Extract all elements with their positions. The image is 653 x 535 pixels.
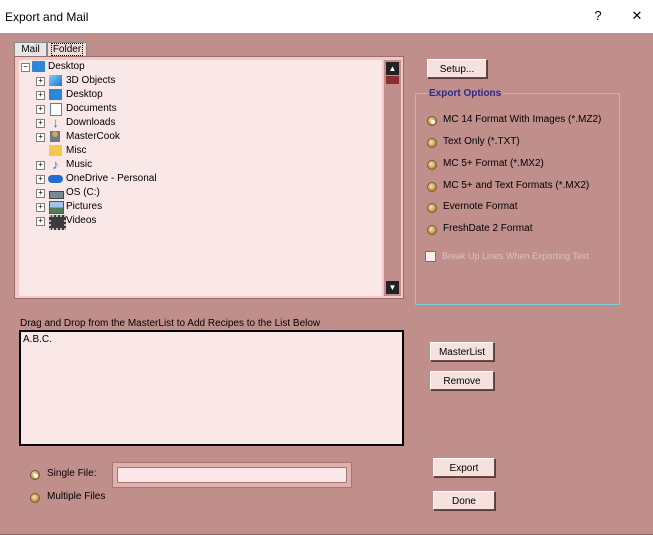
tree-item-label: OneDrive - Personal xyxy=(66,173,157,184)
tree-item-documents[interactable]: + Documents xyxy=(19,102,382,116)
user-icon xyxy=(50,131,60,142)
option-label-mz2: MC 14 Format With Images (*.MZ2) xyxy=(443,114,602,125)
tree-item-music[interactable]: + ♪ Music xyxy=(19,158,382,172)
scroll-down-icon[interactable]: ▼ xyxy=(386,281,399,294)
folder-tree[interactable]: − Desktop + 3D Objects + Desktop + Docum… xyxy=(19,60,382,296)
option-label-freshdate: FreshDate 2 Format xyxy=(443,223,533,234)
tree-item-label: OS (C:) xyxy=(66,187,100,198)
radio-mz2[interactable] xyxy=(427,116,437,126)
expand-icon[interactable]: + xyxy=(36,175,45,184)
radio-single-file[interactable] xyxy=(30,470,40,480)
tree-item-onedrive[interactable]: + OneDrive - Personal xyxy=(19,172,382,186)
tab-mail[interactable]: Mail xyxy=(14,42,47,57)
radio-txt[interactable] xyxy=(427,138,437,148)
download-icon: ↓ xyxy=(52,115,59,130)
single-file-label: Single File: xyxy=(47,468,97,479)
desktop-icon xyxy=(49,89,62,100)
tree-item-downloads[interactable]: + ↓ Downloads xyxy=(19,116,382,130)
expand-icon[interactable]: + xyxy=(36,189,45,198)
radio-evernote[interactable] xyxy=(427,203,437,213)
done-button[interactable]: Done xyxy=(433,491,495,510)
export-button[interactable]: Export xyxy=(433,458,495,477)
option-label-mx2: MC 5+ Format (*.MX2) xyxy=(443,158,544,169)
title-bar xyxy=(0,0,653,33)
tab-folder-label: Folder xyxy=(50,43,84,56)
drag-hint: Drag and Drop from the MasterList to Add… xyxy=(20,318,321,329)
cloud-icon xyxy=(48,175,63,183)
tree-item-pictures[interactable]: + Pictures xyxy=(19,200,382,214)
radio-freshdate[interactable] xyxy=(427,225,437,235)
remove-button[interactable]: Remove xyxy=(430,371,494,390)
expand-icon[interactable]: + xyxy=(36,133,45,142)
break-lines-checkbox[interactable] xyxy=(425,251,436,262)
option-label-mx2-text: MC 5+ and Text Formats (*.MX2) xyxy=(443,180,590,191)
tree-item-label: Documents xyxy=(66,103,117,114)
folder-icon xyxy=(49,145,62,156)
recipe-list[interactable]: A.B.C. xyxy=(19,330,404,446)
tree-item-label: MasterCook xyxy=(66,131,120,142)
window-title: Export and Mail xyxy=(5,10,89,24)
radio-mx2-text[interactable] xyxy=(427,182,437,192)
radio-multiple-files[interactable] xyxy=(30,493,40,503)
picture-icon xyxy=(49,201,64,214)
cube-icon xyxy=(49,75,62,86)
expand-icon[interactable]: + xyxy=(36,77,45,86)
tree-item-os-c[interactable]: + OS (C:) xyxy=(19,186,382,200)
scroll-thumb[interactable] xyxy=(386,76,399,84)
export-options-title: Export Options xyxy=(427,88,504,99)
tab-mail-label: Mail xyxy=(21,44,40,55)
list-item[interactable]: A.B.C. xyxy=(23,334,52,345)
option-label-txt: Text Only (*.TXT) xyxy=(443,136,520,147)
video-icon xyxy=(49,215,66,230)
tree-item-label: Desktop xyxy=(66,89,103,100)
tree-item-label: Downloads xyxy=(66,117,116,128)
expand-icon[interactable]: + xyxy=(36,105,45,114)
tree-item-label: Videos xyxy=(66,215,97,226)
drive-icon xyxy=(49,191,64,199)
expand-icon[interactable]: + xyxy=(36,161,45,170)
radio-mx2[interactable] xyxy=(427,160,437,170)
expand-icon[interactable]: + xyxy=(36,119,45,128)
tree-item-label: 3D Objects xyxy=(66,75,116,86)
expand-icon[interactable]: + xyxy=(36,203,45,212)
multiple-files-label: Multiple Files xyxy=(47,491,106,502)
expand-icon[interactable]: + xyxy=(36,91,45,100)
collapse-icon[interactable]: − xyxy=(21,63,30,72)
tree-item-videos[interactable]: + Videos xyxy=(19,214,382,230)
help-button[interactable]: ? xyxy=(583,6,613,26)
tree-item-label: Misc xyxy=(66,145,87,156)
tree-scrollbar[interactable]: ▲ ▼ xyxy=(384,60,401,296)
close-button[interactable]: ✕ xyxy=(622,6,652,26)
tree-item-label: Desktop xyxy=(48,61,85,72)
option-label-evernote: Evernote Format xyxy=(443,201,518,212)
expand-icon[interactable]: + xyxy=(36,217,45,226)
desktop-icon xyxy=(32,61,45,72)
tree-item-3d-objects[interactable]: + 3D Objects xyxy=(19,74,382,88)
break-lines-label: Break Up Lines When Exporting Text xyxy=(442,251,589,261)
music-icon: ♪ xyxy=(52,157,59,172)
masterlist-button[interactable]: MasterList xyxy=(430,342,494,361)
tree-item-label: Pictures xyxy=(66,201,103,212)
tab-folder[interactable]: Folder xyxy=(47,42,87,57)
tree-item-label: Music xyxy=(66,159,93,170)
scroll-up-icon[interactable]: ▲ xyxy=(386,62,399,75)
tree-item-desktop[interactable]: + Desktop xyxy=(19,88,382,102)
tree-item-mastercook[interactable]: + MasterCook xyxy=(19,130,382,144)
filename-input[interactable] xyxy=(117,467,347,483)
tree-item-misc[interactable]: Misc xyxy=(19,144,382,158)
tree-item-desktop-root[interactable]: − Desktop xyxy=(19,60,382,74)
setup-button[interactable]: Setup... xyxy=(427,59,487,78)
